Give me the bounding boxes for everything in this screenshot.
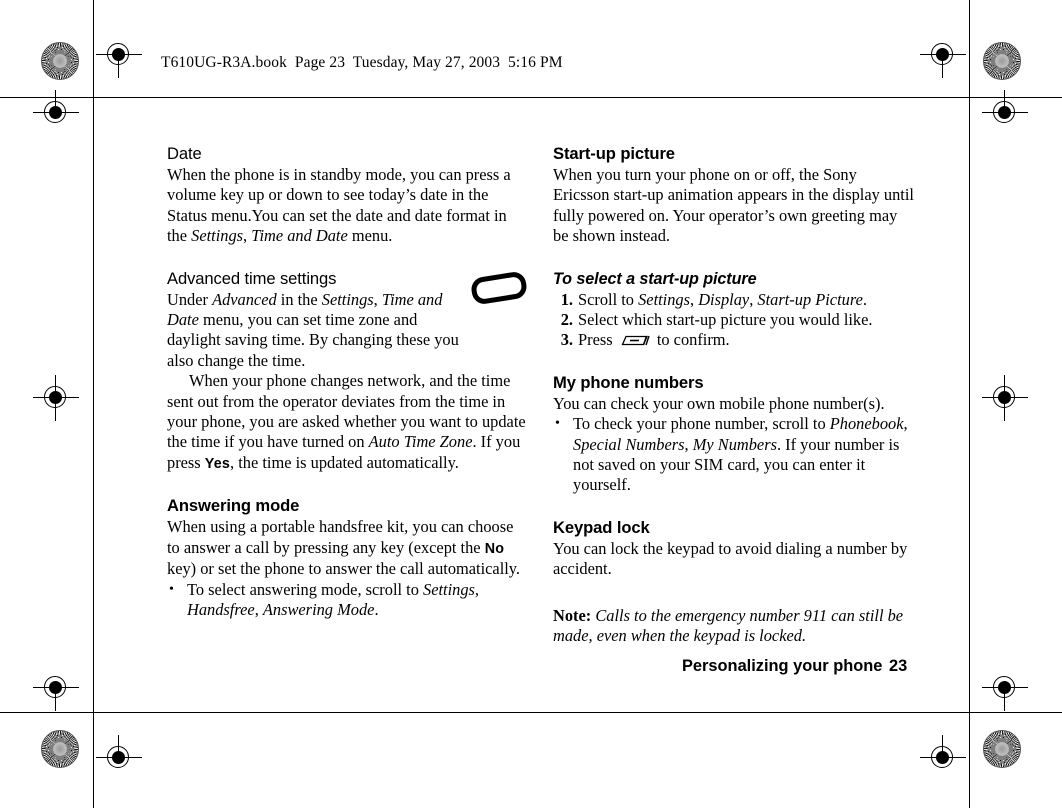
- registration-crosshair-upper-right: [982, 90, 1028, 136]
- document-page: T610UG-R3A.book Page 23 Tuesday, May 27,…: [0, 0, 1062, 808]
- registration-rosette-bottom-right: [983, 730, 1021, 768]
- yes-key-glyph-icon: [620, 333, 650, 348]
- registration-crosshair-top-right: [920, 32, 966, 78]
- heading-answering-mode: Answering mode: [167, 496, 300, 516]
- numbered-list-select-start-up-picture: 1. Scroll to Settings, Display, Start-up …: [553, 290, 915, 351]
- paragraph-start-up-picture: When you turn your phone on or off, the …: [553, 165, 914, 246]
- heading-my-phone-numbers: My phone numbers: [553, 372, 704, 392]
- paragraph-keypad-lock: You can lock the keypad to avoid dialing…: [553, 538, 908, 579]
- list-item: • To check your phone number, scroll to P…: [555, 414, 908, 495]
- crop-tick-top-left: [0, 97, 160, 98]
- registration-crosshair-lower-right: [982, 665, 1028, 711]
- step-number: 1.: [560, 289, 573, 309]
- trim-line-bottom: [0, 712, 1062, 713]
- paragraph-network-time-update: When your phone changes network, and the…: [167, 371, 526, 472]
- registration-crosshair-lower-left: [33, 665, 79, 711]
- paragraph-note-emergency: Note: Calls to the emergency number 911 …: [553, 605, 904, 646]
- list-item: 1. Scroll to Settings, Display, Start-up …: [553, 290, 915, 310]
- registration-rosette-top-right: [983, 42, 1021, 80]
- step-number: 3.: [560, 330, 573, 350]
- bullet-glyph: •: [555, 416, 560, 432]
- bullet-glyph: •: [169, 581, 174, 597]
- registration-crosshair-middle-right: [982, 375, 1028, 421]
- registration-rosette-bottom-left: [41, 730, 79, 768]
- paragraph-my-phone-numbers: You can check your own mobile phone numb…: [553, 393, 885, 413]
- registration-crosshair-bottom-right: [920, 735, 966, 781]
- note-label: Note:: [553, 605, 592, 625]
- paragraph-date: When the phone is in standby mode, you c…: [167, 165, 511, 246]
- trim-line-left: [93, 0, 94, 808]
- registration-crosshair-bottom-left: [96, 735, 142, 781]
- heading-advanced-time-settings: Advanced time settings: [167, 268, 337, 288]
- running-header: T610UG-R3A.book Page 23 Tuesday, May 27,…: [161, 54, 563, 71]
- no-key-label: No: [484, 540, 505, 557]
- heading-date: Date: [167, 144, 202, 163]
- right-text-column: Start-up picture When you turn your phon…: [553, 144, 915, 647]
- registration-crosshair-middle-left: [33, 375, 79, 421]
- list-item: 3. Press to confirm.: [553, 330, 915, 350]
- registration-crosshair-upper-left: [33, 90, 79, 136]
- left-text-column: Date When the phone is in standby mode, …: [167, 144, 529, 620]
- footer-chapter-title: Personalizing your phone: [682, 657, 883, 675]
- heading-start-up-picture: Start-up picture: [553, 144, 675, 163]
- procedure-heading-select-start-up-picture: To select a start-up picture: [553, 269, 757, 288]
- paragraph-answering-mode: When using a portable handsfree kit, you…: [167, 517, 521, 579]
- list-item: 2. Select which start-up picture you woul…: [553, 310, 915, 330]
- bullet-list-answering-mode: • To select answering mode, scroll to Set…: [167, 580, 529, 621]
- step-number: 2.: [560, 310, 573, 330]
- trim-line-right: [969, 0, 970, 808]
- yes-key-label: Yes: [204, 455, 231, 472]
- registration-crosshair-top-left: [96, 32, 142, 78]
- bullet-list-my-phone-numbers: • To check your phone number, scroll to P…: [553, 414, 915, 496]
- paragraph-advanced-time-settings: Under Advanced in the Settings, Time and…: [167, 289, 459, 370]
- registration-rosette-top-left: [41, 42, 79, 80]
- footer-page-number: 23: [889, 657, 908, 675]
- list-item: • To select answering mode, scroll to Set…: [169, 579, 480, 619]
- heading-keypad-lock: Keypad lock: [553, 517, 650, 537]
